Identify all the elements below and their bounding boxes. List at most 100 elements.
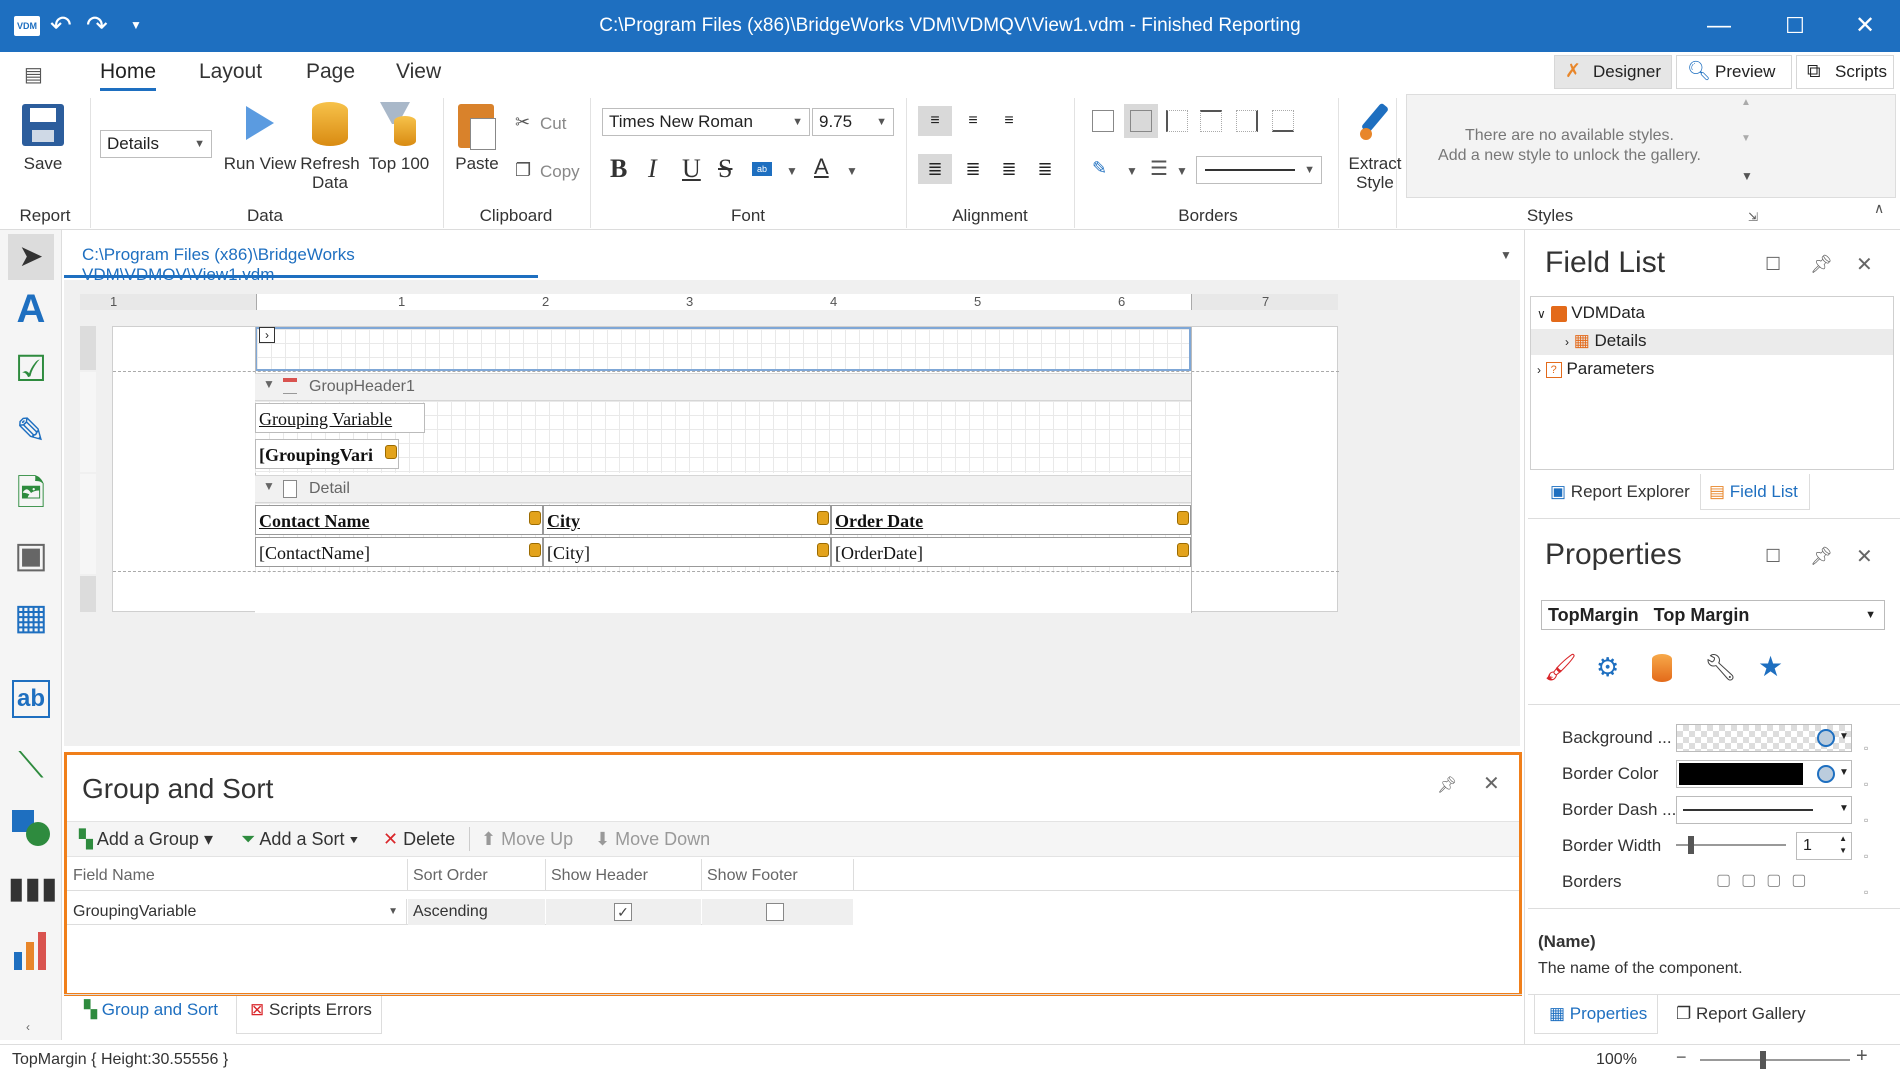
collapse-band-icon[interactable]: ▼ — [263, 479, 275, 493]
collapse-band-icon[interactable]: ▼ — [263, 377, 275, 391]
barcode-tool-icon[interactable]: ▮▮▮ — [8, 866, 58, 912]
tab-group-and-sort[interactable]: ▚ Group and Sort — [84, 1000, 218, 1020]
tab-report-gallery[interactable]: ❐ Report Gallery — [1676, 1004, 1806, 1024]
top100-button[interactable]: Top 100 — [364, 154, 434, 173]
header-city[interactable]: City — [543, 505, 831, 535]
border-dash-combo[interactable]: ▼ — [1196, 156, 1322, 184]
background-dropdown-icon[interactable]: ▼ — [1839, 731, 1849, 742]
textbox-tool-icon[interactable]: ab — [12, 680, 50, 718]
align-bottom-icon[interactable]: ≡ — [992, 106, 1026, 136]
toolbox-collapse-icon[interactable]: ‹ — [26, 1020, 30, 1034]
border-dash-editor[interactable]: ▼ — [1676, 796, 1852, 824]
shape-tool-icon[interactable] — [8, 804, 54, 850]
styles-scroll-up-icon[interactable]: ▲ — [1741, 97, 1757, 108]
border-dash-dropdown-icon[interactable]: ▼ — [1839, 803, 1849, 814]
document-tab[interactable]: C:\Program Files (x86)\BridgeWorks VDM\V… — [64, 232, 538, 284]
save-button[interactable]: Save — [20, 154, 66, 173]
run-view-icon[interactable] — [246, 106, 274, 140]
tab-scripts-errors[interactable]: ⊠ Scripts Errors — [250, 1000, 372, 1020]
line-tool-icon[interactable]: ⟍ — [8, 742, 54, 788]
properties-close-icon[interactable]: ✕ — [1856, 544, 1873, 569]
tab-report-explorer[interactable]: ▣ Report Explorer — [1550, 482, 1690, 502]
tree-item-parameters[interactable]: › ? Parameters — [1537, 359, 1654, 379]
label-tool-icon[interactable]: A — [8, 286, 54, 332]
top100-icon[interactable] — [380, 102, 416, 146]
properties-pin-icon[interactable]: 📌︎ — [1810, 546, 1833, 567]
behavior-category-icon[interactable]: ⚙ — [1596, 652, 1619, 683]
spin-icon[interactable]: ▲ ▼ — [1839, 833, 1847, 857]
picture-tool-icon[interactable]: 🖻︎ — [8, 470, 54, 516]
minimize-button[interactable]: — — [1699, 9, 1739, 43]
expand-icon[interactable]: › — [1565, 335, 1569, 349]
paste-icon[interactable] — [458, 104, 496, 150]
refresh-data-button[interactable]: Refresh Data — [300, 154, 360, 192]
copy-icon[interactable]: ❐ — [515, 160, 531, 181]
column-field-name[interactable]: Field Name — [73, 867, 155, 885]
styles-launcher-icon[interactable]: ⇲ — [1748, 210, 1758, 224]
copy-button[interactable]: Copy — [540, 162, 580, 181]
collapse-ribbon-icon[interactable]: ∧ — [1874, 200, 1884, 217]
field-list-close-icon[interactable]: ✕ — [1856, 252, 1873, 277]
collapse-icon[interactable]: ∨ — [1537, 307, 1546, 321]
table-tool-icon[interactable]: ▦ — [8, 594, 54, 640]
band-expand-icon[interactable]: › — [259, 327, 275, 343]
show-header-checkbox[interactable]: ✓ — [614, 903, 632, 921]
sort-order-cell[interactable]: Ascending — [408, 899, 545, 925]
top-margin-band[interactable] — [255, 327, 1191, 371]
band-marker-groupheader[interactable] — [80, 372, 96, 472]
font-size-combo[interactable]: 9.75 ▼ — [812, 108, 894, 136]
detail-band-caption[interactable]: ▼ Detail — [255, 475, 1191, 503]
pointer-tool-icon[interactable]: ➤ — [8, 234, 54, 280]
border-color-icon[interactable]: ✎ — [1092, 158, 1107, 179]
move-down-button[interactable]: ⬇ Move Down — [595, 829, 710, 850]
zoom-slider[interactable] — [1700, 1051, 1850, 1069]
designer-button[interactable]: ✗ Designer — [1554, 55, 1672, 89]
band-marker-topmargin[interactable] — [80, 326, 96, 370]
tab-properties[interactable]: ▦ Properties — [1534, 994, 1658, 1034]
close-button[interactable]: ✕ — [1845, 9, 1885, 43]
grouping-variable-field[interactable]: [GroupingVari — [255, 439, 399, 469]
font-family-combo[interactable]: Times New Roman ▼ — [602, 108, 810, 136]
scripts-button[interactable]: ⧉ Scripts — [1796, 55, 1894, 89]
underline-icon[interactable]: U — [682, 154, 701, 184]
field-name-dropdown-icon[interactable]: ▼ — [388, 899, 398, 925]
preview-button[interactable]: 🔍︎ Preview — [1676, 55, 1792, 89]
border-color-dropdown-icon[interactable]: ▼ — [1839, 767, 1849, 778]
document-tabs-dropdown-icon[interactable]: ▼ — [1500, 248, 1512, 262]
bold-icon[interactable]: B — [610, 154, 627, 184]
richtext-tool-icon[interactable]: ✎ — [8, 408, 54, 454]
column-show-footer[interactable]: Show Footer — [707, 867, 798, 885]
color-picker-icon[interactable] — [1817, 729, 1835, 747]
border-width-input[interactable]: 1 ▲ ▼ — [1796, 832, 1852, 860]
paste-button[interactable]: Paste — [450, 154, 504, 173]
add-group-button[interactable]: ▚ Add a Group ▾ — [79, 829, 213, 850]
show-footer-cell[interactable] — [702, 899, 853, 925]
add-sort-button[interactable]: ⏷ Add a Sort ▾ — [241, 829, 358, 850]
field-contact-name[interactable]: [ContactName] — [255, 537, 543, 567]
borders-editor[interactable]: ▢▢▢▢ — [1716, 870, 1836, 890]
data-category-icon[interactable] — [1652, 654, 1672, 682]
band-marker-detail[interactable] — [80, 474, 96, 574]
run-view-button[interactable]: Run View — [222, 154, 298, 173]
background-editor[interactable]: ▼ — [1676, 724, 1852, 752]
save-icon[interactable] — [22, 104, 64, 146]
file-menu-icon[interactable]: ▤ — [24, 62, 43, 87]
reset-property-icon[interactable]: ▫ ▫ ▫ ▫ ▫ — [1864, 730, 1868, 910]
close-panel-icon[interactable]: ✕ — [1483, 771, 1500, 796]
component-selector[interactable]: TopMargin Top Margin ▼ — [1541, 600, 1885, 630]
tab-page[interactable]: Page — [306, 60, 355, 84]
align-top-icon[interactable]: ≡ — [918, 106, 952, 136]
border-none-icon[interactable] — [1092, 110, 1114, 132]
component-selector-dropdown-icon[interactable]: ▼ — [1865, 601, 1876, 629]
border-color-dropdown-icon[interactable]: ▼ — [1126, 164, 1138, 178]
border-left-icon[interactable] — [1166, 110, 1188, 132]
properties-maximize-icon[interactable]: ☐ — [1765, 546, 1781, 567]
strikethrough-icon[interactable]: S — [718, 154, 732, 184]
border-right-icon[interactable] — [1236, 110, 1258, 132]
group-header-band-caption[interactable]: ▼ GroupHeader1 — [255, 373, 1191, 401]
align-right-icon[interactable]: ≣ — [992, 154, 1026, 184]
tree-item-details[interactable]: › ▦ Details — [1565, 331, 1647, 351]
show-header-cell[interactable]: ✓ — [546, 899, 701, 925]
highlight-dropdown-icon[interactable]: ▼ — [786, 164, 798, 178]
styles-scroll-down-icon[interactable]: ▼ — [1741, 133, 1757, 144]
